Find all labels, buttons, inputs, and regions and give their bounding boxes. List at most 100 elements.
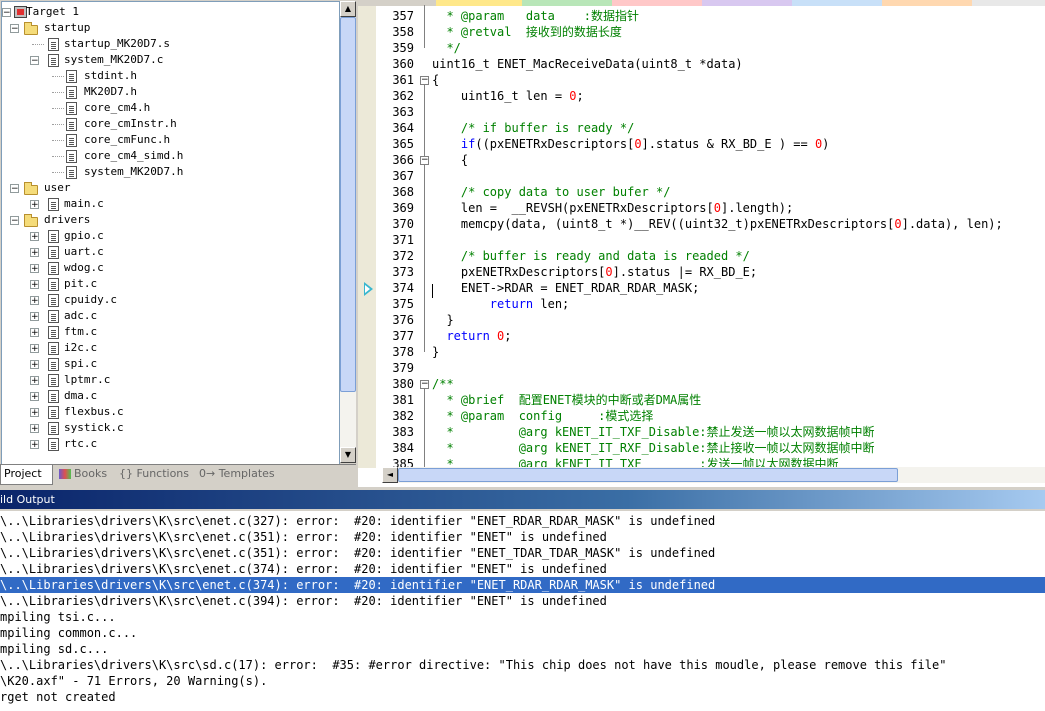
expand-file-icon[interactable]: + [30,232,39,242]
tree-file-item[interactable]: gpio.c [64,228,104,244]
code-line[interactable]: uint16_t ENET_MacReceiveData(uint8_t *da… [432,56,743,72]
expand-file-icon[interactable]: + [30,424,39,434]
code-line[interactable]: * @arg kENET_IT_TXF_Disable:禁止发送一帧以太网数据帧… [432,424,874,440]
tree-file-item[interactable]: rtc.c [64,436,97,452]
tree-file-item[interactable]: pit.c [64,276,97,292]
tree-file-item[interactable]: system_MK20D7.c [64,52,163,68]
tree-file-item[interactable]: flexbus.c [64,404,124,420]
collapse-group-icon[interactable]: − [10,216,19,226]
expand-file-icon[interactable]: + [30,200,39,210]
scroll-thumb[interactable] [398,468,898,482]
collapse-file-icon[interactable]: − [30,56,39,66]
fold-toggle-icon[interactable]: − [420,380,429,389]
expand-file-icon[interactable]: + [30,344,39,354]
breakpoint-margin[interactable] [358,6,376,468]
collapse-group-icon[interactable]: − [10,24,19,34]
tree-header-item[interactable]: core_cmFunc.h [84,132,170,148]
code-line[interactable]: if((pxENETRxDescriptors[0].status & RX_B… [432,136,830,152]
tree-header-item[interactable]: core_cmInstr.h [84,116,177,132]
code-editor[interactable]: 357 358 359 360 361 362 363 364 365 366 367 368 369 3… [358,0,1045,487]
code-line[interactable]: /** [432,376,454,392]
code-line[interactable]: { [432,152,468,168]
output-line[interactable]: \..\Libraries\drivers\K\src\sd.c(17): er… [0,657,1045,673]
code-line[interactable]: * @brief 配置ENET模块的中断或者DMA属性 [432,392,701,408]
tree-file-item[interactable]: adc.c [64,308,97,324]
collapse-group-icon[interactable]: − [10,184,19,194]
tree-file-item[interactable]: wdog.c [64,260,104,276]
expand-file-icon[interactable]: + [30,312,39,322]
output-line[interactable]: mpiling tsi.c... [0,609,1045,625]
editor-horizontal-scrollbar[interactable]: ◄ [382,467,1045,483]
tab-templates[interactable]: 0→ Templates [196,465,277,484]
code-line[interactable]: */ [432,40,460,56]
expand-file-icon[interactable]: + [30,280,39,290]
tree-header-item[interactable]: stdint.h [84,68,137,84]
tab-books[interactable]: Books [56,465,111,484]
expand-file-icon[interactable]: + [30,264,39,274]
tree-file-item[interactable]: uart.c [64,244,104,260]
expand-file-icon[interactable]: + [30,360,39,370]
tree-file-item[interactable]: startup_MK20D7.s [64,36,170,52]
tree-header-item[interactable]: system_MK20D7.h [84,164,183,180]
code-line[interactable]: return len; [432,296,569,312]
output-line[interactable]: \..\Libraries\drivers\K\src\enet.c(394):… [0,593,1045,609]
code-line[interactable]: /* buffer is ready and data is readed */ [432,248,750,264]
output-line-selected[interactable]: \..\Libraries\drivers\K\src\enet.c(374):… [0,577,1045,593]
scroll-thumb[interactable] [340,17,356,392]
tree-file-item[interactable]: main.c [64,196,104,212]
tree-group-startup[interactable]: startup [44,20,90,36]
code-line[interactable]: { [432,72,439,88]
code-line[interactable]: uint16_t len = 0; [432,88,584,104]
code-line[interactable]: } [432,344,439,360]
code-line[interactable]: return 0; [432,328,511,344]
fold-toggle-icon[interactable]: − [420,76,429,85]
tree-file-item[interactable]: systick.c [64,420,124,436]
tree-file-item[interactable]: lptmr.c [64,372,110,388]
scroll-down-icon[interactable]: ▼ [340,447,356,463]
code-line[interactable]: * @param data :数据指针 [432,8,639,24]
expand-file-icon[interactable]: + [30,440,39,450]
tab-functions[interactable]: {} Functions [116,465,195,484]
code-area[interactable]: * @param data :数据指针 * @retval 接收到的数据长度 *… [432,6,1045,468]
tree-header-item[interactable]: core_cm4_simd.h [84,148,183,164]
output-line[interactable]: \..\Libraries\drivers\K\src\enet.c(351):… [0,545,1045,561]
tree-file-item[interactable]: i2c.c [64,340,97,356]
output-line[interactable]: \..\Libraries\drivers\K\src\enet.c(351):… [0,529,1045,545]
tree-file-item[interactable]: ftm.c [64,324,97,340]
output-line[interactable]: \K20.axf" - 71 Errors, 20 Warning(s). [0,673,1045,689]
code-line[interactable]: * @arg kENET_IT_RXF_Disable:禁止接收一帧以太网数据帧… [432,440,874,456]
output-line[interactable]: \..\Libraries\drivers\K\src\enet.c(374):… [0,561,1045,577]
project-tree-scrollbar[interactable]: ▲ ▼ [340,1,356,463]
code-line[interactable]: /* copy data to user bufer */ [432,184,671,200]
scroll-up-icon[interactable]: ▲ [340,1,356,17]
code-line[interactable]: } [432,312,453,328]
expand-file-icon[interactable]: + [30,296,39,306]
code-line[interactable]: * @param config :模式选择 [432,408,653,424]
expand-file-icon[interactable]: + [30,376,39,386]
tab-project[interactable]: Project [0,465,53,485]
code-line[interactable]: pxENETRxDescriptors[0].status |= RX_BD_E… [432,264,757,280]
output-line[interactable]: rget not created [0,689,1045,705]
expand-file-icon[interactable]: + [30,328,39,338]
code-line[interactable]: ENET->RDAR = ENET_RDAR_RDAR_MASK; [432,280,699,296]
tree-group-user[interactable]: user [44,180,71,196]
scroll-left-icon[interactable]: ◄ [382,467,398,483]
tree-header-item[interactable]: MK20D7.h [84,84,137,100]
code-line[interactable]: len = __REVSH(pxENETRxDescriptors[0].len… [432,200,793,216]
tree-header-item[interactable]: core_cm4.h [84,100,150,116]
output-line[interactable]: mpiling sd.c... [0,641,1045,657]
code-line[interactable]: * @retval 接收到的数据长度 [432,24,621,40]
tree-file-item[interactable]: dma.c [64,388,97,404]
tree-target-label[interactable]: Target 1 [26,4,79,20]
tree-group-drivers[interactable]: drivers [44,212,90,228]
code-line[interactable]: memcpy(data, (uint8_t *)__REV((uint32_t)… [432,216,1003,232]
build-output[interactable]: \..\Libraries\drivers\K\src\enet.c(327):… [0,511,1045,711]
collapse-target-icon[interactable]: − [2,8,11,18]
code-line[interactable]: /* if buffer is ready */ [432,120,634,136]
expand-file-icon[interactable]: + [30,408,39,418]
tree-file-item[interactable]: spi.c [64,356,97,372]
expand-file-icon[interactable]: + [30,392,39,402]
fold-toggle-icon[interactable]: − [420,156,429,165]
output-line[interactable]: mpiling common.c... [0,625,1045,641]
expand-file-icon[interactable]: + [30,248,39,258]
